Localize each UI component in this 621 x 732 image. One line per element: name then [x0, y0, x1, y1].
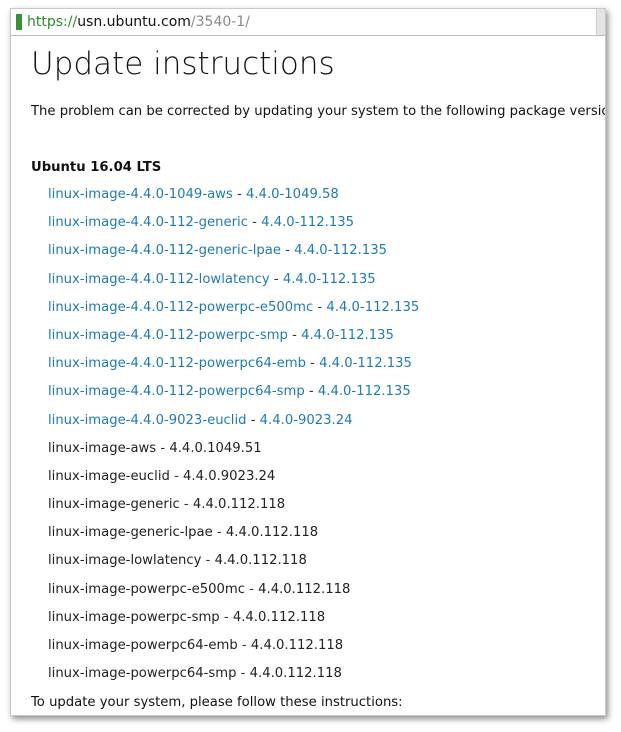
- package-item: linux-image-4.4.0-112-powerpc-e500mc - 4…: [48, 294, 605, 322]
- package-name-link[interactable]: linux-image-4.4.0-112-powerpc64-emb: [48, 356, 306, 371]
- package-item: linux-image-4.4.0-112-powerpc-smp - 4.4.…: [48, 322, 605, 350]
- package-name: linux-image-generic: [48, 497, 180, 513]
- separator: -: [247, 215, 262, 231]
- url-host: usn.ubuntu.com: [77, 14, 191, 30]
- package-name: linux-image-aws: [48, 440, 157, 456]
- package-item: linux-image-4.4.0-1049-aws - 4.4.0-1049.…: [48, 181, 605, 209]
- package-name: linux-image-generic-lpae: [48, 525, 213, 541]
- package-version: 4.4.0.112.118: [258, 581, 351, 597]
- separator: -: [305, 356, 320, 372]
- package-version-link[interactable]: 4.4.0-112.135: [301, 328, 394, 343]
- separator: -: [156, 440, 170, 456]
- separator: -: [169, 468, 184, 484]
- package-name-link[interactable]: linux-image-4.4.0-112-generic-lpae: [48, 243, 281, 258]
- outro-text: To update your system, please follow the…: [31, 695, 403, 711]
- package-list: linux-image-4.4.0-1049-aws - 4.4.0-1049.…: [31, 181, 605, 688]
- package-name: linux-image-powerpc-e500mc: [48, 581, 245, 597]
- package-item: linux-image-euclid - 4.4.0.9023.24: [48, 463, 605, 491]
- package-name-link[interactable]: linux-image-4.4.0-112-lowlatency: [48, 272, 270, 287]
- browser-window: https:// usn.ubuntu.com /3540-1/ Update …: [10, 8, 606, 716]
- address-bar[interactable]: https:// usn.ubuntu.com /3540-1/: [11, 9, 605, 36]
- separator: -: [304, 384, 318, 400]
- package-name-link[interactable]: linux-image-4.4.0-112-powerpc-smp: [48, 328, 288, 343]
- package-version-link[interactable]: 4.4.0-1049.58: [246, 187, 339, 202]
- package-name: linux-image-lowlatency: [48, 553, 202, 569]
- separator: -: [313, 299, 327, 315]
- package-version-link[interactable]: 4.4.0-112.135: [319, 356, 412, 371]
- page-title: Update instructions: [31, 46, 335, 82]
- package-version-link[interactable]: 4.4.0-112.135: [326, 300, 419, 315]
- package-item: linux-image-powerpc64-emb - 4.4.0.112.11…: [48, 632, 605, 660]
- separator: -: [246, 412, 260, 428]
- package-item: linux-image-4.4.0-112-powerpc64-emb - 4.…: [48, 350, 605, 378]
- separator: -: [280, 243, 295, 259]
- package-version: 4.4.0.112.118: [214, 553, 307, 569]
- separator: -: [232, 187, 246, 202]
- package-item: linux-image-generic-lpae - 4.4.0.112.118: [48, 519, 605, 547]
- url-path: /3540-1/: [190, 14, 250, 30]
- package-item: linux-image-powerpc64-smp - 4.4.0.112.11…: [48, 660, 605, 688]
- page-content: Update instructions The problem can be c…: [11, 44, 605, 712]
- secure-lock-icon: [16, 14, 22, 30]
- package-name-link[interactable]: linux-image-4.4.0-112-powerpc64-smp: [48, 384, 305, 399]
- package-version-link[interactable]: 4.4.0-112.135: [318, 384, 411, 399]
- separator: -: [237, 638, 251, 653]
- package-version: 4.4.0.112.118: [250, 638, 344, 653]
- package-version-link[interactable]: 4.4.0-112.135: [283, 272, 376, 287]
- package-name: linux-image-powerpc64-smp: [48, 666, 237, 682]
- package-item: linux-image-powerpc-e500mc - 4.4.0.112.1…: [48, 576, 605, 604]
- package-item: linux-image-lowlatency - 4.4.0.112.118: [48, 547, 605, 575]
- package-name: linux-image-powerpc-smp: [48, 609, 220, 625]
- package-item: linux-image-4.4.0-9023-euclid - 4.4.0-90…: [48, 407, 605, 435]
- package-name: linux-image-euclid: [48, 468, 170, 484]
- package-version-link[interactable]: 4.4.0-112.135: [294, 243, 387, 258]
- url-scheme: https://: [27, 14, 78, 30]
- package-name-link[interactable]: linux-image-4.4.0-1049-aws: [48, 187, 233, 202]
- package-item: linux-image-generic - 4.4.0.112.118: [48, 491, 605, 519]
- separator: -: [212, 525, 226, 541]
- package-version: 4.4.0.112.118: [232, 609, 326, 625]
- separator: -: [236, 666, 250, 682]
- release-heading: Ubuntu 16.04 LTS: [31, 160, 162, 175]
- package-name-link[interactable]: linux-image-4.4.0-9023-euclid: [48, 413, 247, 428]
- package-item: linux-image-4.4.0-112-lowlatency - 4.4.0…: [48, 266, 605, 294]
- package-name-link[interactable]: linux-image-4.4.0-112-powerpc-e500mc: [48, 300, 313, 315]
- scrollbar-edge: [596, 9, 605, 35]
- package-version: 4.4.0.112.118: [249, 666, 342, 682]
- package-item: linux-image-powerpc-smp - 4.4.0.112.118: [48, 604, 605, 632]
- package-name-link[interactable]: linux-image-4.4.0-112-generic: [48, 215, 248, 230]
- package-name: linux-image-powerpc64-emb: [48, 638, 238, 653]
- package-version: 4.4.0.112.118: [192, 497, 286, 513]
- separator: -: [201, 553, 215, 569]
- package-version-link[interactable]: 4.4.0-112.135: [261, 215, 354, 230]
- package-version-link[interactable]: 4.4.0-9023.24: [260, 413, 353, 428]
- separator: -: [269, 271, 283, 287]
- package-item: linux-image-4.4.0-112-generic-lpae - 4.4…: [48, 237, 605, 265]
- separator: -: [219, 609, 233, 625]
- package-version: 4.4.0.112.118: [225, 525, 319, 541]
- package-item: linux-image-4.4.0-112-generic - 4.4.0-11…: [48, 209, 605, 237]
- intro-text: The problem can be corrected by updating…: [31, 104, 606, 119]
- separator: -: [179, 497, 193, 513]
- separator: -: [287, 327, 302, 343]
- package-item: linux-image-4.4.0-112-powerpc64-smp - 4.…: [48, 378, 605, 406]
- separator: -: [244, 581, 259, 597]
- package-version: 4.4.0.1049.51: [169, 440, 262, 456]
- package-item: linux-image-aws - 4.4.0.1049.51: [48, 435, 605, 463]
- package-version: 4.4.0.9023.24: [183, 468, 276, 484]
